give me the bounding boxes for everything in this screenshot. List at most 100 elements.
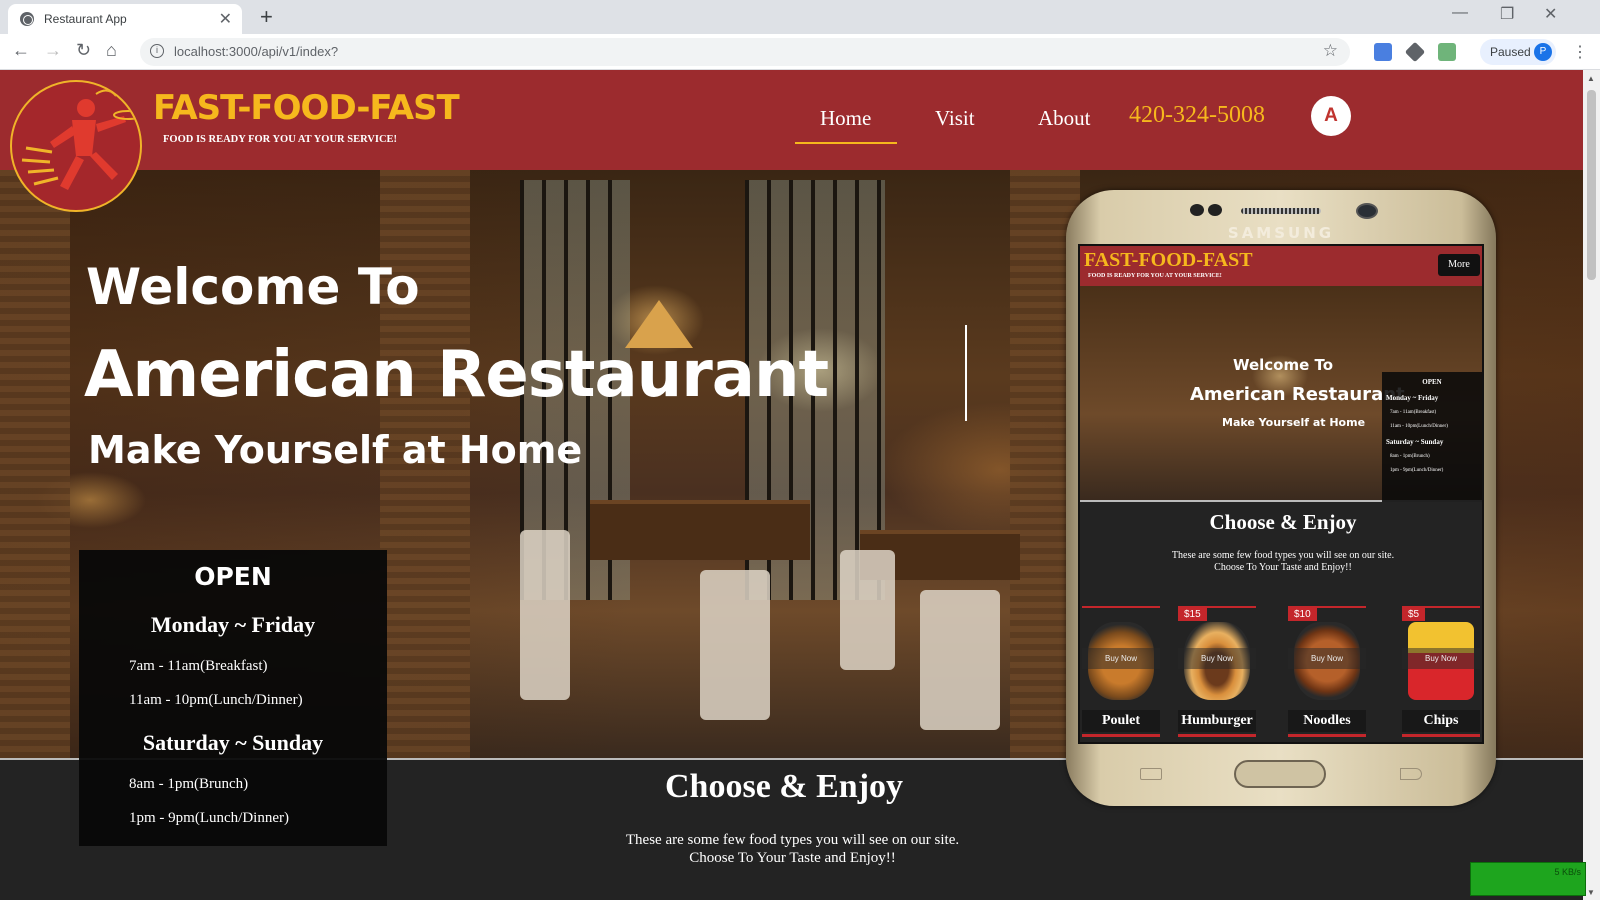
sensor-icon: [1190, 204, 1204, 216]
food-card-poulet[interactable]: Buy Now Poulet: [1082, 606, 1160, 742]
user-avatar[interactable]: A: [1311, 96, 1351, 136]
reload-icon[interactable]: ↻: [76, 40, 91, 61]
eraser-extension-icon[interactable]: [1404, 41, 1426, 63]
phone-speaker: [1241, 208, 1321, 214]
mobile-weekday-time: 7am - 11am(Breakfast): [1390, 410, 1437, 415]
profile-button[interactable]: Paused P: [1480, 39, 1556, 65]
tab-close-icon[interactable]: ✕: [219, 9, 232, 29]
more-button[interactable]: More: [1438, 254, 1480, 276]
food-name: Humburger: [1178, 710, 1256, 732]
weekend-time: 8am - 1pm(Brunch): [129, 776, 249, 792]
buy-now-button[interactable]: Buy Now: [1288, 648, 1366, 669]
back-arrow-icon[interactable]: ←: [12, 40, 30, 61]
inbox-extension-icon[interactable]: [1438, 43, 1456, 61]
scrollbar-thumb[interactable]: [1587, 90, 1596, 280]
buy-now-button[interactable]: Buy Now: [1178, 648, 1256, 669]
device-brand: SAMSUNG: [1227, 224, 1335, 242]
phone-home-button: [1234, 760, 1326, 788]
front-camera-icon: [1356, 203, 1378, 219]
hero-welcome: Welcome To: [86, 258, 420, 316]
section-description: These are some few food types you will s…: [625, 832, 960, 848]
dining-chair: [920, 590, 1000, 730]
bookmark-star-icon[interactable]: ☆: [1323, 41, 1338, 61]
globe-icon: [20, 12, 34, 26]
dining-chair: [520, 530, 570, 700]
home-icon[interactable]: ⌂: [106, 40, 117, 61]
profile-avatar: P: [1534, 43, 1552, 61]
network-speed: 5 KB/s: [1554, 867, 1581, 877]
card-accent-line: [1082, 734, 1160, 737]
buy-now-button[interactable]: Buy Now: [1402, 648, 1480, 669]
mobile-hours-card: OPEN Monday ~ Friday 7am - 11am(Breakfas…: [1382, 372, 1482, 502]
price-badge: $5: [1402, 608, 1426, 621]
running-chef-icon: [21, 89, 140, 190]
opening-hours-card: OPEN Monday ~ Friday 7am - 11am(Breakfas…: [79, 550, 387, 846]
brick-pillar: [0, 170, 70, 758]
window-close-button[interactable]: ✕: [1544, 4, 1557, 24]
site-info-icon[interactable]: i: [150, 44, 164, 58]
brand-tagline: FOOD IS READY FOR YOU AT YOUR SERVICE!: [163, 134, 398, 145]
network-speed-widget: 5 KB/s: [1470, 862, 1586, 896]
nav-active-indicator: [795, 142, 897, 144]
card-accent-line: [1178, 734, 1256, 737]
page-scrollbar[interactable]: ▲ ▼: [1583, 70, 1600, 900]
mobile-weekend-time: 8am - 1pm(Brunch): [1390, 454, 1430, 459]
restaurant-logo[interactable]: [10, 80, 142, 212]
hours-title: OPEN: [194, 562, 272, 591]
address-bar[interactable]: i localhost:3000/api/v1/index? ☆: [140, 38, 1350, 66]
card-accent-line: [1402, 734, 1480, 737]
phone-number[interactable]: 420-324-5008: [1129, 102, 1265, 129]
food-name: Chips: [1402, 710, 1480, 732]
weekend-time: 1pm - 9pm(Lunch/Dinner): [129, 810, 289, 826]
mobile-weekend-time: 1pm - 9pm(Lunch/Dinner): [1390, 468, 1444, 473]
nav-about[interactable]: About: [1038, 106, 1091, 131]
food-name: Poulet: [1082, 710, 1160, 732]
food-card-chips[interactable]: $5 Buy Now Chips: [1402, 606, 1480, 742]
dining-table: [590, 500, 810, 560]
weekday-time: 7am - 11am(Breakfast): [129, 658, 268, 674]
mobile-weekend-label: Saturday ~ Sunday: [1386, 438, 1444, 446]
url-text[interactable]: localhost:3000/api/v1/index?: [174, 44, 338, 59]
page-viewport: Welcome To American Restaurant Make Your…: [0, 70, 1583, 900]
scroll-up-icon[interactable]: ▲: [1587, 74, 1595, 83]
phone-screen: Welcome To American Restaurant Make Your…: [1078, 244, 1484, 744]
mobile-hero-title: American Restaurant: [1190, 384, 1405, 405]
scroll-down-icon[interactable]: ▼: [1587, 888, 1595, 897]
price-badge: $15: [1178, 608, 1207, 621]
brand-name[interactable]: FAST-FOOD-FAST: [153, 88, 460, 128]
mobile-hero: Welcome To American Restaurant Make Your…: [1080, 286, 1482, 502]
nav-visit[interactable]: Visit: [935, 106, 975, 131]
mobile-hours-title: OPEN: [1422, 378, 1442, 386]
forward-arrow-icon[interactable]: →: [44, 40, 62, 61]
dining-chair: [700, 570, 770, 720]
new-tab-button[interactable]: +: [260, 4, 273, 30]
recent-apps-icon: [1140, 768, 1162, 780]
food-card-humburger[interactable]: $15 Buy Now Humburger: [1178, 606, 1256, 742]
card-accent-line: [1288, 734, 1366, 737]
text-cursor-line: [965, 325, 967, 421]
restore-button[interactable]: ❐: [1500, 4, 1514, 24]
weekend-label: Saturday ~ Sunday: [142, 730, 324, 755]
mobile-weekday-time: 11am - 10pm(Lunch/Dinner): [1390, 424, 1448, 429]
buy-now-button[interactable]: Buy Now: [1082, 648, 1160, 669]
translate-extension-icon[interactable]: [1374, 43, 1392, 61]
card-accent-line: [1082, 606, 1160, 608]
mobile-hero-subtitle: Make Yourself at Home: [1222, 416, 1366, 429]
nav-home[interactable]: Home: [820, 106, 871, 131]
food-card-noodles[interactable]: $10 Buy Now Noodles: [1288, 606, 1366, 742]
browser-tab-strip: Restaurant App ✕ + — ❐ ✕: [0, 0, 1600, 34]
mobile-header: FAST-FOOD-FAST FOOD IS READY FOR YOU AT …: [1080, 246, 1482, 286]
dining-chair: [840, 550, 895, 670]
mobile-tagline: FOOD IS READY FOR YOU AT YOUR SERVICE!: [1088, 273, 1222, 279]
mobile-section-title: Choose & Enjoy: [1209, 510, 1357, 534]
minimize-button[interactable]: —: [1452, 4, 1468, 22]
mobile-section-description: These are some few food types you will s…: [1171, 550, 1395, 561]
mobile-weekday-label: Monday ~ Friday: [1386, 394, 1439, 402]
browser-toolbar: ← → ↻ ⌂ i localhost:3000/api/v1/index? ☆…: [0, 34, 1600, 70]
browser-menu-icon[interactable]: ⋮: [1572, 42, 1588, 62]
browser-tab[interactable]: Restaurant App ✕: [8, 4, 242, 34]
sensor-icon: [1208, 204, 1222, 216]
weekday-time: 11am - 10pm(Lunch/Dinner): [129, 692, 303, 708]
food-name: Noodles: [1288, 710, 1366, 732]
mobile-brand-name[interactable]: FAST-FOOD-FAST: [1084, 249, 1253, 272]
